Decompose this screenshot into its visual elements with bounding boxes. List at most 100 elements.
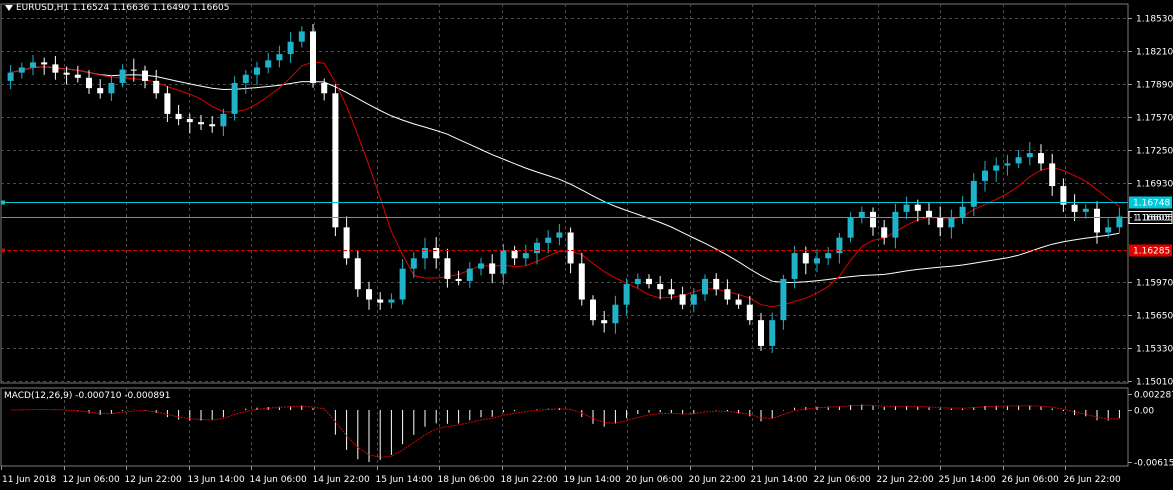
candle-body — [858, 211, 865, 218]
time-label: 20 Jun 22:00 — [689, 475, 746, 485]
candle-body — [254, 67, 260, 75]
candle-body — [881, 227, 888, 238]
time-label: 12 Jun 22:00 — [125, 475, 182, 485]
macd-tick-label: 0.00 — [1134, 407, 1154, 417]
candle-body — [724, 289, 731, 300]
chart-canvas[interactable]: 1.16748 1.16285 1.16605 11 Jun 2018 12 Jun … — [0, 0, 1173, 490]
time-label: 25 Jun 14:00 — [939, 475, 996, 485]
macd-tick-label: -0.00615 — [1134, 459, 1173, 469]
time-label: 20 Jun 06:00 — [626, 475, 683, 485]
time-label: 13 Jun 14:00 — [188, 475, 245, 485]
candle-body — [713, 278, 720, 290]
candle-body — [220, 113, 227, 127]
time-label: 14 Jun 06:00 — [250, 475, 307, 485]
candlesticks — [7, 24, 1123, 354]
candle-body — [802, 253, 809, 264]
candle-body — [500, 250, 507, 274]
low-value: 1.16490 — [152, 3, 190, 13]
price-tick-label: 1.15010 — [1136, 378, 1173, 388]
candle-body — [18, 67, 25, 73]
chart-header: EURUSD,H1 1.16524 1.16636 1.16490 1.1660… — [5, 3, 230, 14]
candle-body — [343, 227, 350, 259]
macd-signal-value: -0.000891 — [124, 391, 171, 401]
candle-body — [545, 237, 552, 243]
candle-body — [634, 278, 641, 285]
time-label: 15 Jun 14:00 — [376, 475, 433, 485]
candle-body — [377, 299, 384, 303]
candle-body — [735, 299, 742, 305]
price-levels: 1.16748 1.16285 1.16605 — [1, 196, 1173, 257]
candle-body — [198, 122, 204, 125]
candle-body — [926, 210, 932, 218]
candle-body — [892, 211, 899, 238]
cyan-level-handle — [1, 200, 5, 205]
candle-body — [298, 31, 305, 42]
time-label: 11 Jun 2018 — [2, 475, 56, 485]
candle-body — [142, 70, 148, 81]
price-tick-label: 1.17250 — [1136, 147, 1173, 157]
candle-body — [758, 320, 764, 346]
candle-body — [130, 69, 137, 71]
candle-body — [41, 62, 48, 65]
candle-body — [433, 247, 440, 259]
candle-body — [1060, 186, 1067, 205]
candle-body — [108, 82, 115, 94]
candle-body — [209, 124, 216, 127]
candle-body — [601, 320, 608, 324]
candle-body — [410, 258, 417, 269]
candle-body — [780, 278, 787, 321]
candle-body — [1082, 208, 1089, 212]
candle-body — [97, 88, 104, 94]
candle-body — [1026, 153, 1033, 158]
candle-body — [937, 217, 944, 228]
candle-body — [623, 284, 630, 305]
candle-body — [366, 289, 372, 300]
candle-body — [310, 31, 316, 83]
candle-body — [242, 74, 249, 83]
time-label: 22 Jun 22:00 — [877, 475, 934, 485]
dropdown-triangle-icon[interactable] — [5, 4, 13, 11]
time-label: 21 Jun 14:00 — [751, 475, 808, 485]
price-tick-label: 1.15970 — [1136, 279, 1173, 289]
candle-body — [825, 253, 832, 259]
candle-body — [74, 74, 81, 78]
red-level-price-label: 1.16285 — [1133, 247, 1170, 257]
candle-body — [1116, 216, 1123, 228]
price-tick-label: 1.16605 — [1136, 214, 1173, 224]
time-label: 22 Jun 06:00 — [814, 475, 871, 485]
price-tick-label: 1.17570 — [1136, 114, 1173, 124]
price-tick-label: 1.15650 — [1136, 312, 1173, 322]
candle-body — [1094, 208, 1100, 233]
candle-body — [63, 72, 70, 75]
candle-body — [265, 60, 272, 68]
candle-body — [668, 289, 675, 295]
candle-body — [276, 54, 283, 61]
candle-body — [287, 41, 294, 55]
candle-body — [993, 165, 1000, 171]
candle-body — [578, 263, 585, 300]
main-pane-frame — [0, 3, 1129, 384]
candle-body — [746, 304, 753, 321]
candle-body — [332, 93, 339, 228]
price-tick-label: 1.15330 — [1136, 345, 1173, 355]
candle-body — [444, 258, 451, 279]
candle-body — [466, 268, 473, 281]
candle-body — [914, 204, 921, 211]
time-label: 26 Jun 06:00 — [1002, 475, 1059, 485]
candle-body — [422, 247, 428, 259]
candle-body — [1105, 227, 1112, 233]
candle-body — [1015, 157, 1022, 164]
candle-body — [478, 263, 484, 269]
candle-body — [321, 82, 328, 94]
candle-body — [175, 113, 182, 120]
candle-body — [769, 320, 776, 346]
candle-body — [388, 299, 395, 303]
candle-body — [679, 294, 686, 305]
candle-body — [1071, 204, 1078, 212]
candle-body — [534, 242, 540, 254]
candle-body — [903, 204, 910, 212]
time-label: 12 Jun 06:00 — [63, 475, 120, 485]
candle-body — [556, 232, 563, 238]
time-label: 19 Jun 14:00 — [564, 475, 621, 485]
time-label: 14 Jun 22:00 — [313, 475, 370, 485]
